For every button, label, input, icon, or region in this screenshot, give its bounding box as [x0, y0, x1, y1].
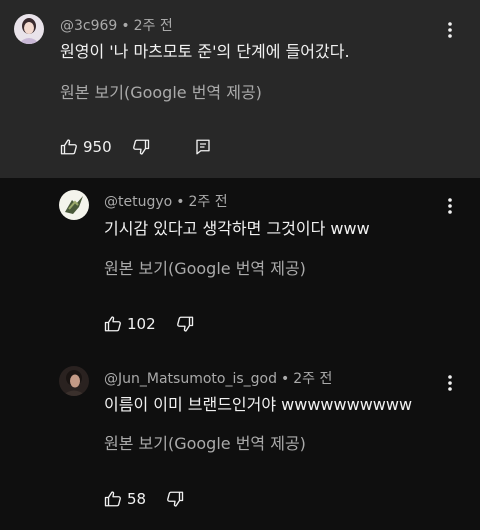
- comment-item: @3c969 • 2주 전 원영이 '나 마츠모토 준'의 단계에 들어갔다. 원본…: [0, 0, 480, 178]
- comment-actions: 102: [104, 312, 194, 336]
- comment-actions: 950: [60, 135, 212, 159]
- thumbs-up-icon: [104, 316, 121, 332]
- bird-avatar-icon: [59, 190, 89, 220]
- more-actions-button[interactable]: [440, 20, 460, 40]
- meta-separator: •: [121, 18, 130, 34]
- meta-separator: •: [176, 194, 185, 210]
- like-count: 58: [127, 490, 147, 508]
- more-actions-button[interactable]: [440, 373, 460, 393]
- like-button[interactable]: 102: [104, 315, 156, 333]
- comment-text: 원영이 '나 마츠모토 준'의 단계에 들어갔다.: [60, 42, 350, 61]
- comment-author[interactable]: @3c969: [60, 18, 117, 34]
- thumbs-up-icon: [60, 139, 77, 155]
- like-count: 950: [83, 138, 112, 156]
- avatar[interactable]: [59, 366, 89, 396]
- like-count: 102: [127, 315, 156, 333]
- comment-author[interactable]: @tetugyo: [104, 194, 172, 210]
- like-button[interactable]: 58: [104, 490, 146, 508]
- comments-page: @3c969 • 2주 전 원영이 '나 마츠모토 준'의 단계에 들어갔다. 원본…: [0, 0, 480, 530]
- avatar[interactable]: [59, 190, 89, 220]
- meta-separator: •: [280, 371, 290, 387]
- dislike-button[interactable]: [176, 315, 194, 333]
- thumbs-up-icon: [104, 491, 121, 507]
- reply-button[interactable]: [194, 138, 212, 156]
- see-original-link[interactable]: 원본 보기(Google 번역 제공): [60, 79, 262, 103]
- profile-photo-icon: [14, 14, 44, 44]
- comment-timestamp[interactable]: 2주 전: [134, 18, 173, 34]
- profile-photo-icon: [59, 366, 89, 396]
- comment-text: 기시감 있다고 생각하면 그것이다 www: [104, 219, 370, 238]
- dislike-button[interactable]: [132, 138, 150, 156]
- see-original-link[interactable]: 원본 보기(Google 번역 제공): [104, 255, 306, 279]
- thumbs-down-icon: [132, 139, 149, 155]
- more-vert-icon: [448, 198, 452, 214]
- comment-meta: @3c969 • 2주 전: [60, 15, 173, 35]
- reply-icon: [195, 139, 210, 155]
- comment-timestamp[interactable]: 2주 전: [188, 194, 227, 210]
- comment-timestamp[interactable]: 2주 전: [293, 371, 332, 387]
- thumbs-down-icon: [176, 316, 193, 332]
- like-button[interactable]: 950: [60, 138, 112, 156]
- comment-meta: @tetugyo • 2주 전: [104, 191, 228, 211]
- dislike-button[interactable]: [166, 490, 184, 508]
- more-vert-icon: [448, 375, 452, 391]
- thumbs-down-icon: [167, 491, 184, 507]
- comment-text: 이름이 이미 브랜드인거야 wwwwwwwwww: [104, 395, 413, 414]
- comment-author[interactable]: @Jun_Matsumoto_is_god: [104, 371, 277, 387]
- comment-actions: 58: [104, 487, 184, 511]
- comment-meta: @Jun_Matsumoto_is_god • 2주 전: [104, 368, 332, 388]
- see-original-link[interactable]: 원본 보기(Google 번역 제공): [104, 430, 306, 454]
- more-actions-button[interactable]: [440, 196, 460, 216]
- reply-comment-item: @tetugyo • 2주 전 기시감 있다고 생각하면 그것이다 www 원본 보…: [0, 178, 480, 353]
- reply-comment-item: @Jun_Matsumoto_is_god • 2주 전 이름이 이미 브랜드인거야…: [0, 353, 480, 530]
- more-vert-icon: [448, 22, 452, 38]
- avatar[interactable]: [14, 14, 44, 44]
